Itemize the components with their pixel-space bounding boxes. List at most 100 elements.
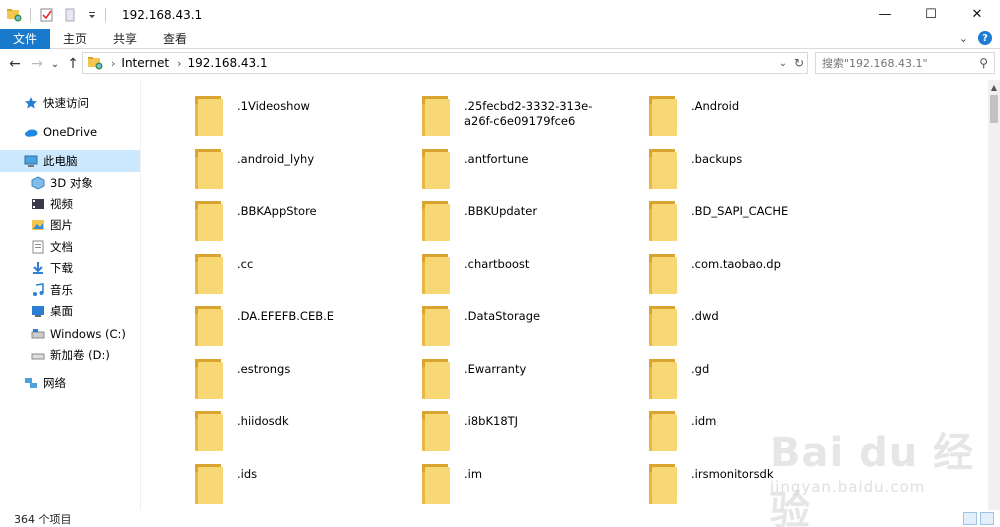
cube-icon [31, 176, 45, 190]
folder-item[interactable]: .im [370, 456, 597, 508]
close-button[interactable]: ✕ [954, 0, 1000, 29]
folder-name: .cc [237, 256, 254, 271]
expand-ribbon-chevron-icon[interactable]: ⌄ [959, 32, 968, 45]
breadcrumb-separator[interactable]: › [111, 57, 115, 70]
maximize-button[interactable]: ☐ [908, 0, 954, 29]
sidebar-item-3d-objects[interactable]: 3D 对象 [0, 172, 140, 194]
sidebar-item-this-pc[interactable]: 此电脑 [0, 150, 140, 172]
pane-divider [140, 80, 141, 510]
folder-icon [195, 411, 223, 451]
folder-item[interactable]: .BD_SAPI_CACHE [597, 193, 824, 245]
sidebar-item-network[interactable]: 网络 [0, 372, 140, 394]
folder-name: .ids [237, 466, 258, 481]
tab-share[interactable]: 共享 [100, 29, 150, 49]
breadcrumb-separator[interactable]: › [177, 57, 181, 70]
properties-icon[interactable] [39, 7, 55, 23]
network-folder-icon[interactable] [6, 7, 22, 23]
sidebar-item-drive-c[interactable]: Windows (C:) [0, 323, 140, 345]
folder-item[interactable]: .chartboost [370, 246, 597, 298]
folder-item[interactable]: .dwd [597, 298, 824, 350]
sidebar-item-label: 文档 [50, 240, 73, 254]
folder-name: .i8bK18TJ [464, 414, 519, 428]
sidebar-item-label: 音乐 [50, 283, 73, 297]
sidebar-item-label: 3D 对象 [50, 176, 93, 190]
refresh-icon[interactable]: ↻ [791, 56, 807, 70]
folder-item[interactable]: .ids [143, 456, 370, 508]
view-switcher [963, 512, 994, 525]
folder-icon [422, 411, 450, 451]
sidebar-item-pictures[interactable]: 图片 [0, 214, 140, 236]
folder-item[interactable]: .i8bK18TJ [370, 403, 597, 455]
folder-icon [649, 148, 677, 189]
help-icon[interactable]: ? [978, 31, 992, 45]
folder-name: .Android [691, 99, 740, 113]
folder-icon [649, 358, 677, 399]
search-icon[interactable]: ⚲ [979, 56, 988, 70]
folder-name: .irsmonitorsdk [691, 466, 774, 481]
folder-name: .DA.EFEFB.CEB.E [237, 309, 335, 323]
folder-item[interactable]: .1Videoshow [143, 88, 370, 140]
folder-icon [649, 411, 677, 451]
folder-icon [195, 463, 223, 504]
folder-item[interactable]: .25fecbd2-3332-313e-a26f-c6e09179fce6 [370, 88, 597, 140]
details-view-icon[interactable] [963, 512, 977, 525]
folder-name: .BBKUpdater [464, 204, 538, 218]
computer-icon [24, 154, 38, 168]
sidebar-item-onedrive[interactable]: OneDrive [0, 121, 140, 143]
scroll-up-arrow-icon[interactable]: ▲ [988, 80, 1000, 94]
folder-item[interactable]: .estrongs [143, 351, 370, 403]
folder-icon [195, 148, 223, 189]
folder-item[interactable]: .gd [597, 351, 824, 403]
folder-item[interactable]: .idm [597, 403, 824, 455]
breadcrumb-internet[interactable]: Internet [121, 56, 169, 70]
up-button[interactable]: ↑ [62, 52, 84, 76]
network-location-icon [87, 55, 103, 71]
address-bar-controls: ⌄ ↻ [775, 53, 807, 73]
folder-item[interactable]: .Android [597, 88, 824, 140]
tab-view[interactable]: 查看 [150, 29, 200, 49]
folder-item[interactable]: .backups [597, 141, 824, 193]
folder-item[interactable]: .irsmonitorsdk [597, 456, 824, 508]
large-icons-view-icon[interactable] [980, 512, 994, 525]
minimize-button[interactable]: — [862, 0, 908, 29]
folder-item[interactable]: .hiidosdk [143, 403, 370, 455]
sidebar-item-desktop[interactable]: 桌面 [0, 300, 140, 322]
folder-name: .android_lyhy [237, 151, 315, 166]
sidebar-item-videos[interactable]: 视频 [0, 193, 140, 215]
sidebar-item-music[interactable]: 音乐 [0, 279, 140, 301]
folder-item[interactable]: .Ewarranty [370, 351, 597, 403]
recent-locations-dropdown[interactable]: ⌄ [48, 52, 62, 76]
sidebar-item-quick-access[interactable]: 快速访问 [0, 92, 140, 114]
folder-item[interactable]: .cc [143, 246, 370, 298]
sidebar-item-documents[interactable]: 文档 [0, 236, 140, 258]
tab-home[interactable]: 主页 [50, 29, 100, 49]
cloud-icon [24, 125, 38, 139]
forward-button[interactable]: → [26, 52, 48, 76]
folder-icon [422, 358, 450, 399]
search-box[interactable]: ⚲ [815, 52, 995, 74]
tab-file[interactable]: 文件 [0, 28, 50, 49]
vertical-scrollbar[interactable]: ▲ [988, 80, 1000, 510]
drive-icon [31, 348, 45, 362]
back-button[interactable]: ← [4, 52, 26, 76]
address-bar[interactable]: › Internet › 192.168.43.1 ⌄ ↻ [82, 52, 808, 74]
new-folder-icon[interactable] [63, 7, 79, 23]
folder-item[interactable]: .com.taobao.dp [597, 246, 824, 298]
folder-item[interactable]: .DataStorage [370, 298, 597, 350]
toolbar-divider [105, 7, 106, 22]
search-input[interactable] [816, 56, 966, 70]
address-dropdown-icon[interactable]: ⌄ [775, 58, 791, 69]
breadcrumb-current[interactable]: 192.168.43.1 [187, 56, 267, 70]
sidebar-item-label: 下载 [50, 261, 73, 275]
drive-icon [31, 327, 45, 341]
sidebar-item-drive-d[interactable]: 新加卷 (D:) [0, 344, 140, 366]
folder-item[interactable]: .DA.EFEFB.CEB.E [143, 298, 370, 350]
folder-item[interactable]: .antfortune [370, 141, 597, 193]
scrollbar-thumb[interactable] [990, 95, 998, 123]
folder-item[interactable]: .BBKUpdater [370, 193, 597, 245]
customize-toolbar-dropdown[interactable] [87, 7, 97, 23]
sidebar-item-downloads[interactable]: 下载 [0, 257, 140, 279]
folder-item[interactable]: .BBKAppStore [143, 193, 370, 245]
folder-item[interactable]: .android_lyhy [143, 141, 370, 193]
folder-name: .BBKAppStore [237, 204, 317, 218]
